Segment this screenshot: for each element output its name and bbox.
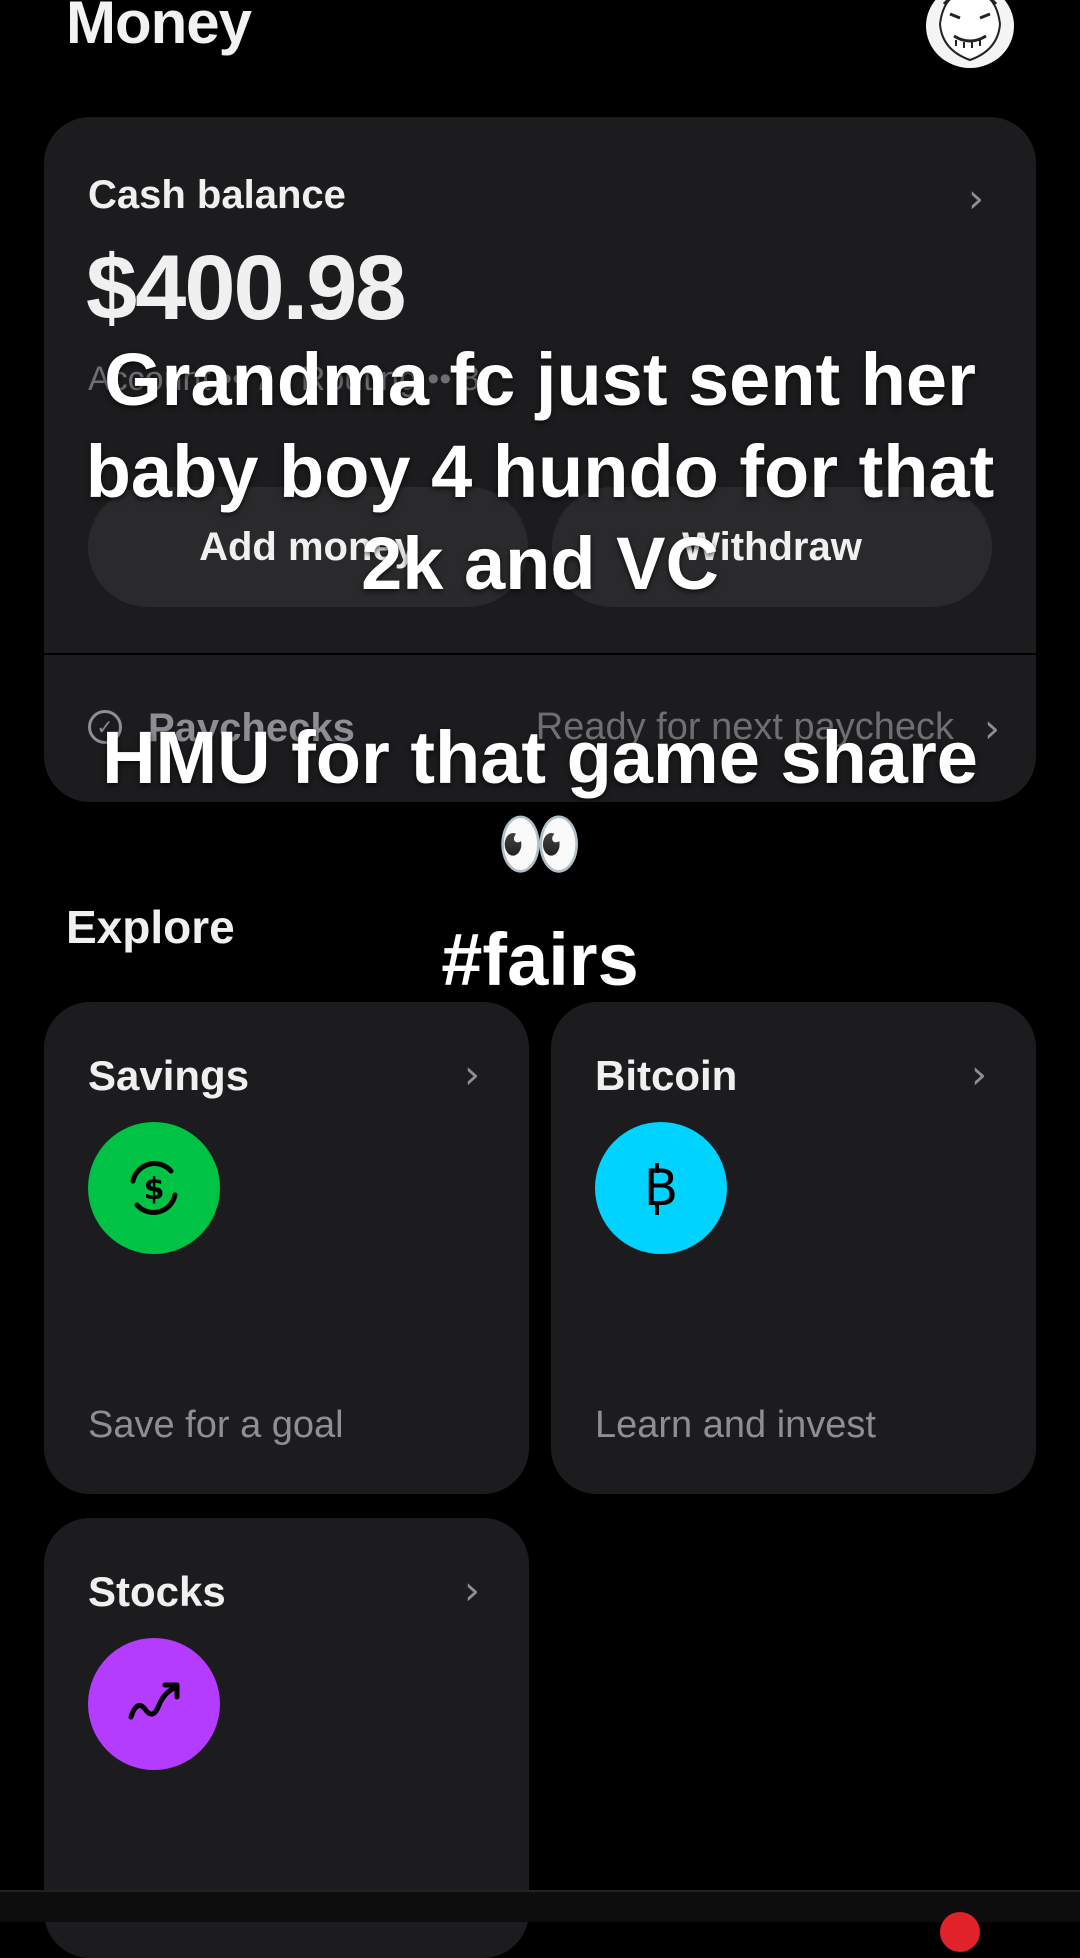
- caption-line: baby boy 4 hundo for that: [85, 430, 995, 513]
- hashtag-caption: #fairs: [441, 918, 639, 1001]
- caption-line: HMU for that game share: [102, 716, 978, 799]
- caption-line: Grandma fc just sent her: [104, 338, 976, 421]
- bitcoin-tile[interactable]: Bitcoin › B Learn and invest: [551, 1002, 1036, 1494]
- caption-overlay-2: HMU for that game share 👀: [60, 712, 1020, 884]
- chevron-right-icon: ›: [464, 1052, 480, 1098]
- notification-dot: [940, 1912, 980, 1952]
- chevron-right-icon[interactable]: ›: [968, 176, 984, 222]
- eyes-emoji: 👀: [496, 805, 584, 883]
- stocks-title: Stocks: [88, 1568, 226, 1615]
- cash-balance-label: Cash balance: [88, 173, 346, 217]
- bitcoin-subtitle: Learn and invest: [595, 1404, 876, 1446]
- savings-tile[interactable]: Savings › $ Save for a goal: [44, 1002, 529, 1494]
- bottom-bar: [0, 1890, 1080, 1922]
- card-divider: [44, 653, 1036, 655]
- page-title: Money: [66, 0, 252, 56]
- savings-subtitle: Save for a goal: [88, 1404, 344, 1446]
- caption-line: 2k and VC: [361, 522, 719, 605]
- dollar-circle-icon: $: [88, 1122, 220, 1254]
- svg-text:B: B: [644, 1159, 678, 1217]
- savings-title: Savings: [88, 1052, 250, 1099]
- bitcoin-icon: B: [595, 1122, 727, 1254]
- chevron-right-icon: ›: [971, 1052, 987, 1098]
- bitcoin-title: Bitcoin: [595, 1052, 738, 1099]
- chevron-right-icon: ›: [464, 1568, 480, 1614]
- avatar[interactable]: [926, 0, 1014, 68]
- svg-text:$: $: [144, 1172, 165, 1207]
- stocks-trend-icon: [88, 1638, 220, 1770]
- cash-balance-amount: $400.98: [86, 237, 407, 339]
- caption-overlay-1: Grandma fc just sent her baby boy 4 hund…: [60, 334, 1020, 610]
